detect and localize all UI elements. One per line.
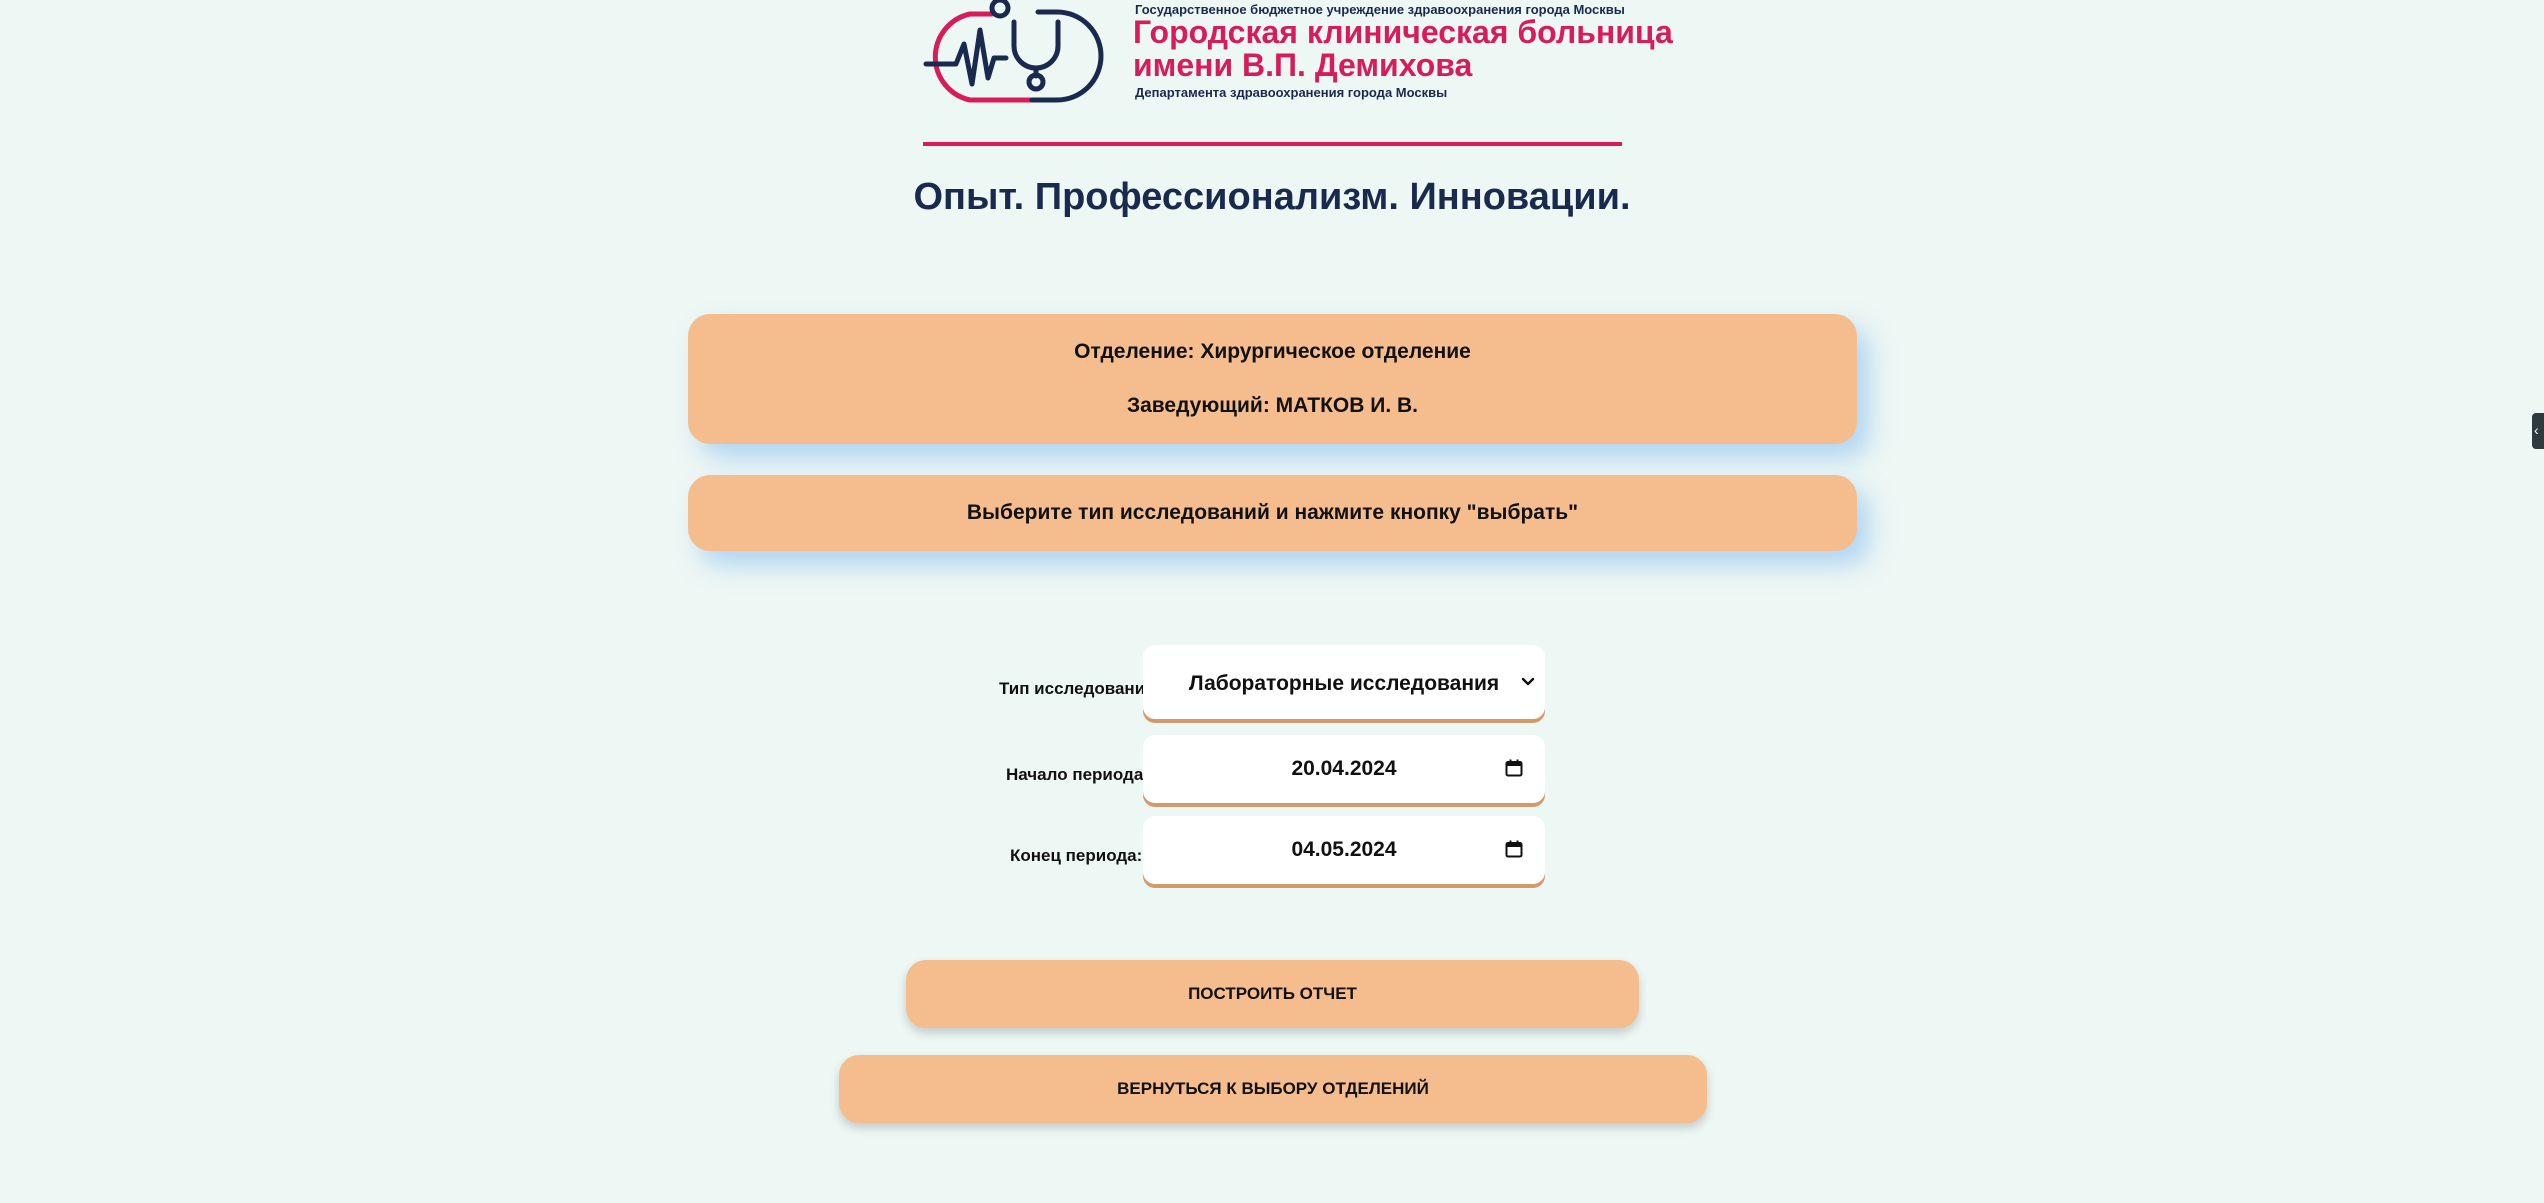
study-type-select[interactable]: Лабораторные исследования	[1143, 645, 1545, 719]
slogan: Опыт. Профессионализм. Инновации.	[913, 176, 1631, 218]
department-line: Отделение: Хирургическое отделение	[1074, 340, 1471, 363]
department-head: Заведующий: МАТКОВ И. В.	[1126, 394, 1419, 417]
header-divider	[923, 142, 1622, 146]
end-date-input[interactable]: 04.05.2024	[1143, 816, 1545, 884]
stethoscope-heartbeat-logo-icon	[923, 0, 1104, 103]
start-date-input[interactable]: 20.04.2024	[1143, 735, 1545, 803]
instruction-card: Выберите тип исследований и нажмите кноп…	[688, 475, 1857, 551]
calendar-icon[interactable]	[1505, 759, 1523, 777]
build-report-button[interactable]: ПОСТРОИТЬ ОТЧЕТ	[906, 960, 1639, 1028]
start-date-label: Начало периода:	[1006, 765, 1149, 784]
end-date-value: 04.05.2024	[1291, 838, 1397, 861]
side-panel-toggle[interactable]: ‹	[2532, 413, 2544, 449]
start-date-value: 20.04.2024	[1291, 757, 1397, 780]
department-card: Отделение: Хирургическое отделение Завед…	[688, 314, 1857, 444]
hospital-name-line2: имени В.П. Демихова	[1133, 47, 1473, 83]
chevron-down-icon	[1521, 677, 1535, 686]
hospital-name: Городская клиническая больница имени В.П…	[1133, 16, 1673, 82]
hospital-name-line1: Городская клиническая больница	[1133, 14, 1673, 50]
end-date-label: Конец периода:	[1010, 846, 1143, 865]
study-type-value: Лабораторные исследования	[1188, 672, 1500, 695]
back-to-departments-button[interactable]: ВЕРНУТЬСЯ К ВЫБОРУ ОТДЕЛЕНИЙ	[839, 1055, 1707, 1123]
chevron-left-icon: ‹	[2534, 422, 2539, 438]
calendar-icon[interactable]	[1505, 840, 1523, 858]
study-type-label: Тип исследования:	[999, 679, 1161, 698]
hospital-logo: Государственное бюджетное учреждение здр…	[922, 0, 1673, 110]
org-bottom-text: Департамента здравоохранения города Моск…	[1135, 85, 1448, 100]
